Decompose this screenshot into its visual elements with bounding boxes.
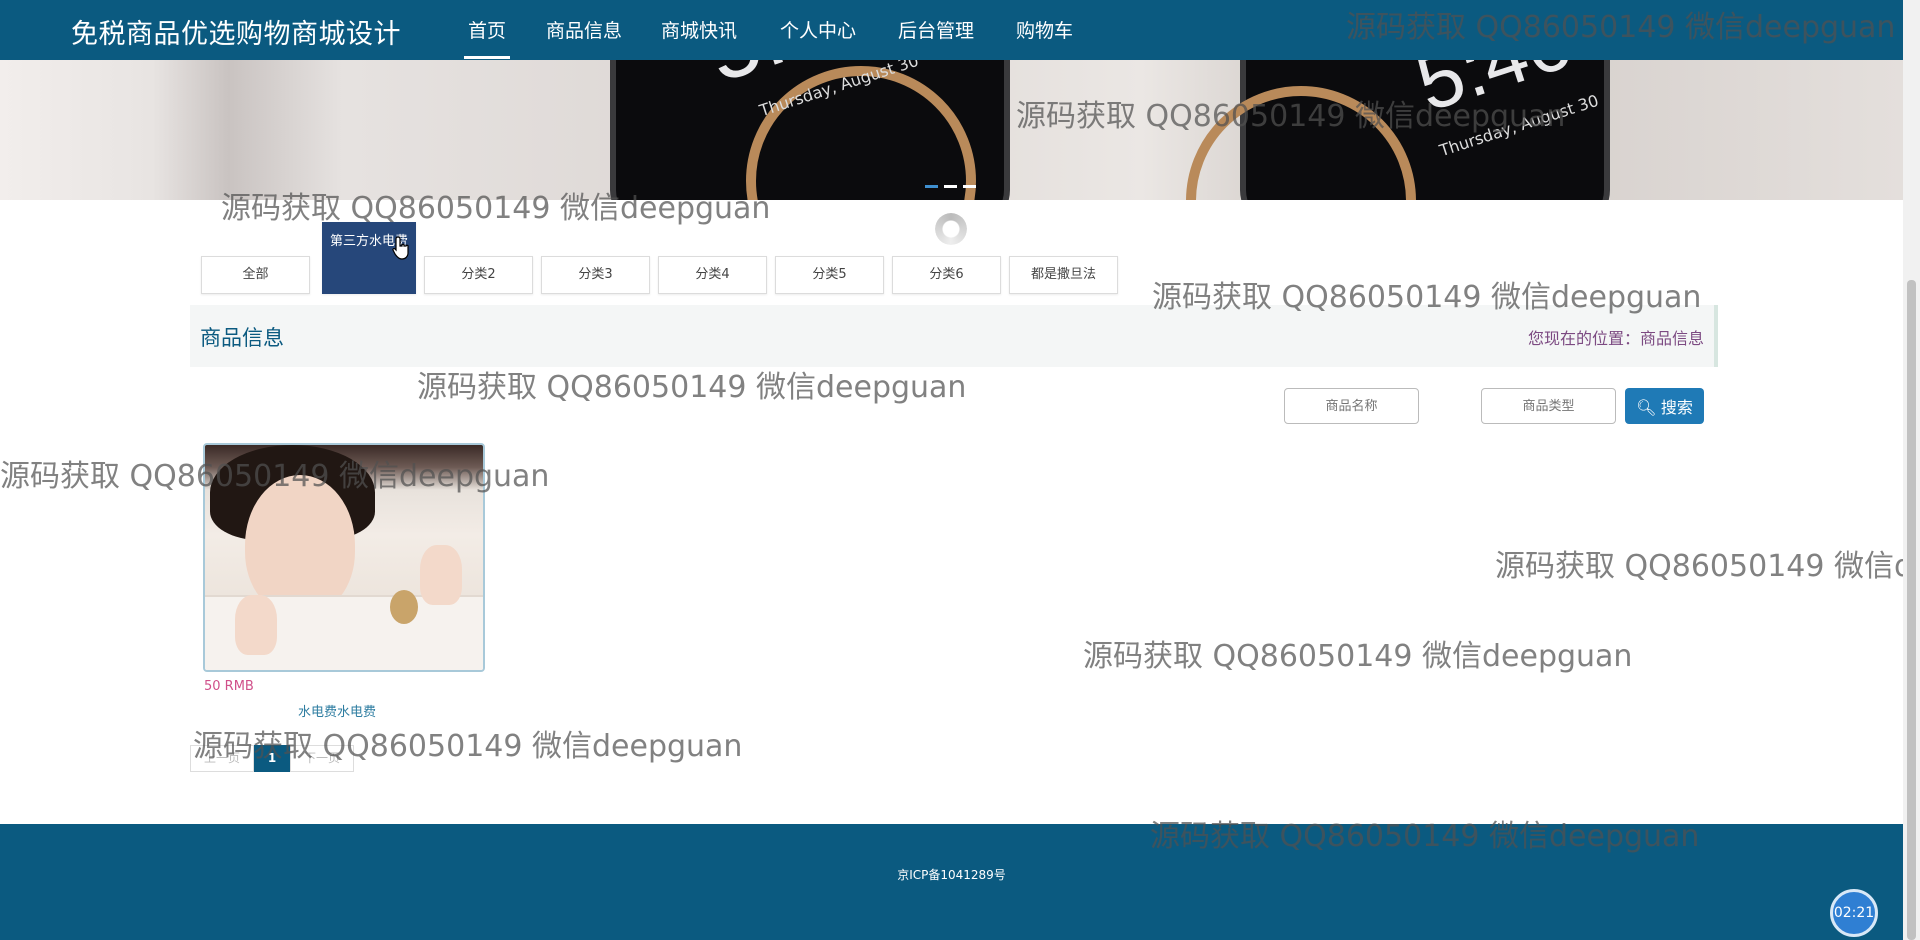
carousel-dot[interactable] [925,185,938,188]
scrollbar-thumb[interactable] [1907,280,1916,940]
hero-carousel[interactable]: 5:45 Thursday, August 30 5:46 Thursday, … [0,60,1903,200]
nav-news[interactable]: 商城快讯 [661,16,737,43]
category-tab-3[interactable]: 分类3 [541,256,650,294]
watermark-text: 源码获取 QQ86050149 微信deepguan [1495,549,1903,584]
product-photo-hand [420,545,462,605]
product-type-input[interactable] [1481,388,1616,424]
nav-cart[interactable]: 购物车 [1016,16,1073,43]
timer-badge[interactable]: 02:21 [1830,889,1878,937]
category-tab-7[interactable]: 都是撒旦法 [1009,256,1118,294]
carousel-dot[interactable] [944,185,957,188]
product-photo-hand [235,595,277,655]
product-image[interactable] [203,443,485,672]
product-photo-face [245,475,355,615]
prev-page-button[interactable]: 上一页 [190,745,254,772]
category-tab-2[interactable]: 分类2 [424,256,533,294]
next-page-button[interactable]: 下一页 [290,745,354,772]
icp-license: 京ICP备1041289号 [897,868,1006,882]
watermark-text: 源码获取 QQ86050149 微信deepguan [1083,639,1633,674]
search-button-label: 搜索 [1660,400,1693,417]
category-tab-all[interactable]: 全部 [201,256,310,294]
carousel-dot[interactable] [963,185,976,188]
breadcrumb: 您现在的位置：商品信息 [1527,329,1704,348]
product-name-input[interactable] [1284,388,1419,424]
product-photo-ornament [390,590,418,624]
search-button[interactable]: 🔍︎ 搜索 [1625,388,1704,424]
nav-products[interactable]: 商品信息 [546,16,622,43]
footer: 京ICP备1041289号 [0,824,1903,940]
site-title: 免税商品优选购物商城设计 [71,19,401,50]
nav-admin[interactable]: 后台管理 [898,16,974,43]
page-scrollbar[interactable] [1903,0,1920,940]
nav-home[interactable]: 首页 [463,16,511,59]
category-tab-6[interactable]: 分类6 [892,256,1001,294]
product-price: 50 RMB [204,679,254,694]
top-navbar: 免税商品优选购物商城设计 首页 商品信息 商城快讯 个人中心 后台管理 购物车 [0,0,1903,60]
category-tab-5[interactable]: 分类5 [775,256,884,294]
nav-user-center[interactable]: 个人中心 [780,16,856,43]
category-tab-4[interactable]: 分类4 [658,256,767,294]
phone-image-right: 5:46 Thursday, August 30 [1186,60,1610,200]
page-number-current[interactable]: 1 [254,745,290,772]
section-header: 商品信息 您现在的位置：商品信息 [190,305,1718,367]
carousel-indicators[interactable] [925,173,982,192]
product-name-link[interactable]: 水电费水电费 [298,701,376,720]
watermark-text: 源码获取 QQ86050149 微信deepguan [417,370,967,405]
section-title: 商品信息 [200,326,284,350]
hand-cursor-icon [392,236,409,260]
loading-spinner-icon [935,213,967,245]
search-icon: 🔍︎ [1636,400,1657,417]
